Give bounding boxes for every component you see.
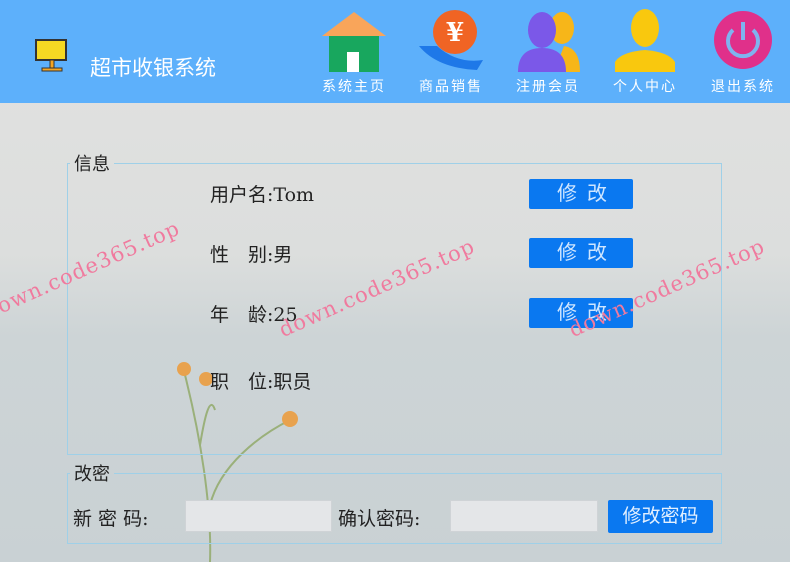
change-password-button[interactable]: 修改密码 xyxy=(608,500,713,533)
power-icon xyxy=(714,11,772,69)
position-field: 职 位:职员 xyxy=(210,371,312,393)
members-icon xyxy=(518,12,580,72)
confirm-password-input[interactable] xyxy=(450,500,598,532)
info-legend: 信息 xyxy=(74,154,110,175)
nav-register-member[interactable]: 注册会员 xyxy=(508,8,588,96)
nav-label: 商品销售 xyxy=(419,79,483,95)
nav-label: 系统主页 xyxy=(322,79,386,95)
edit-age-button[interactable]: 修改 xyxy=(529,298,633,328)
nav-sales[interactable]: ¥ 商品销售 xyxy=(411,8,491,96)
confirm-password-label: 确认密码: xyxy=(338,508,421,530)
new-password-input[interactable] xyxy=(185,500,332,532)
app-title: 超市收银系统 xyxy=(90,56,216,80)
gender-field: 性 别:男 xyxy=(210,244,293,266)
header-bar: 超市收银系统 系统主页 ¥ 商品销售 注册会员 个人中心 退出系统 xyxy=(0,0,790,103)
password-legend: 改密 xyxy=(74,464,110,485)
nav-home[interactable]: 系统主页 xyxy=(314,8,394,96)
nav-label: 注册会员 xyxy=(516,79,580,95)
yuan-hand-icon: ¥ xyxy=(419,10,483,70)
edit-username-button[interactable]: 修改 xyxy=(529,179,633,209)
monitor-logo-icon xyxy=(35,39,67,72)
nav-label: 个人中心 xyxy=(613,79,677,95)
edit-gender-button[interactable]: 修改 xyxy=(529,238,633,268)
home-icon xyxy=(322,12,386,72)
nav-label: 退出系统 xyxy=(711,79,775,95)
nav-logout[interactable]: 退出系统 xyxy=(703,8,783,96)
age-field: 年 龄:25 xyxy=(210,304,298,326)
new-password-label: 新 密 码: xyxy=(73,508,149,530)
nav-personal-center[interactable]: 个人中心 xyxy=(605,8,685,96)
svg-text:¥: ¥ xyxy=(446,18,464,48)
user-icon xyxy=(615,9,675,72)
username-field: 用户名:Tom xyxy=(210,184,315,206)
